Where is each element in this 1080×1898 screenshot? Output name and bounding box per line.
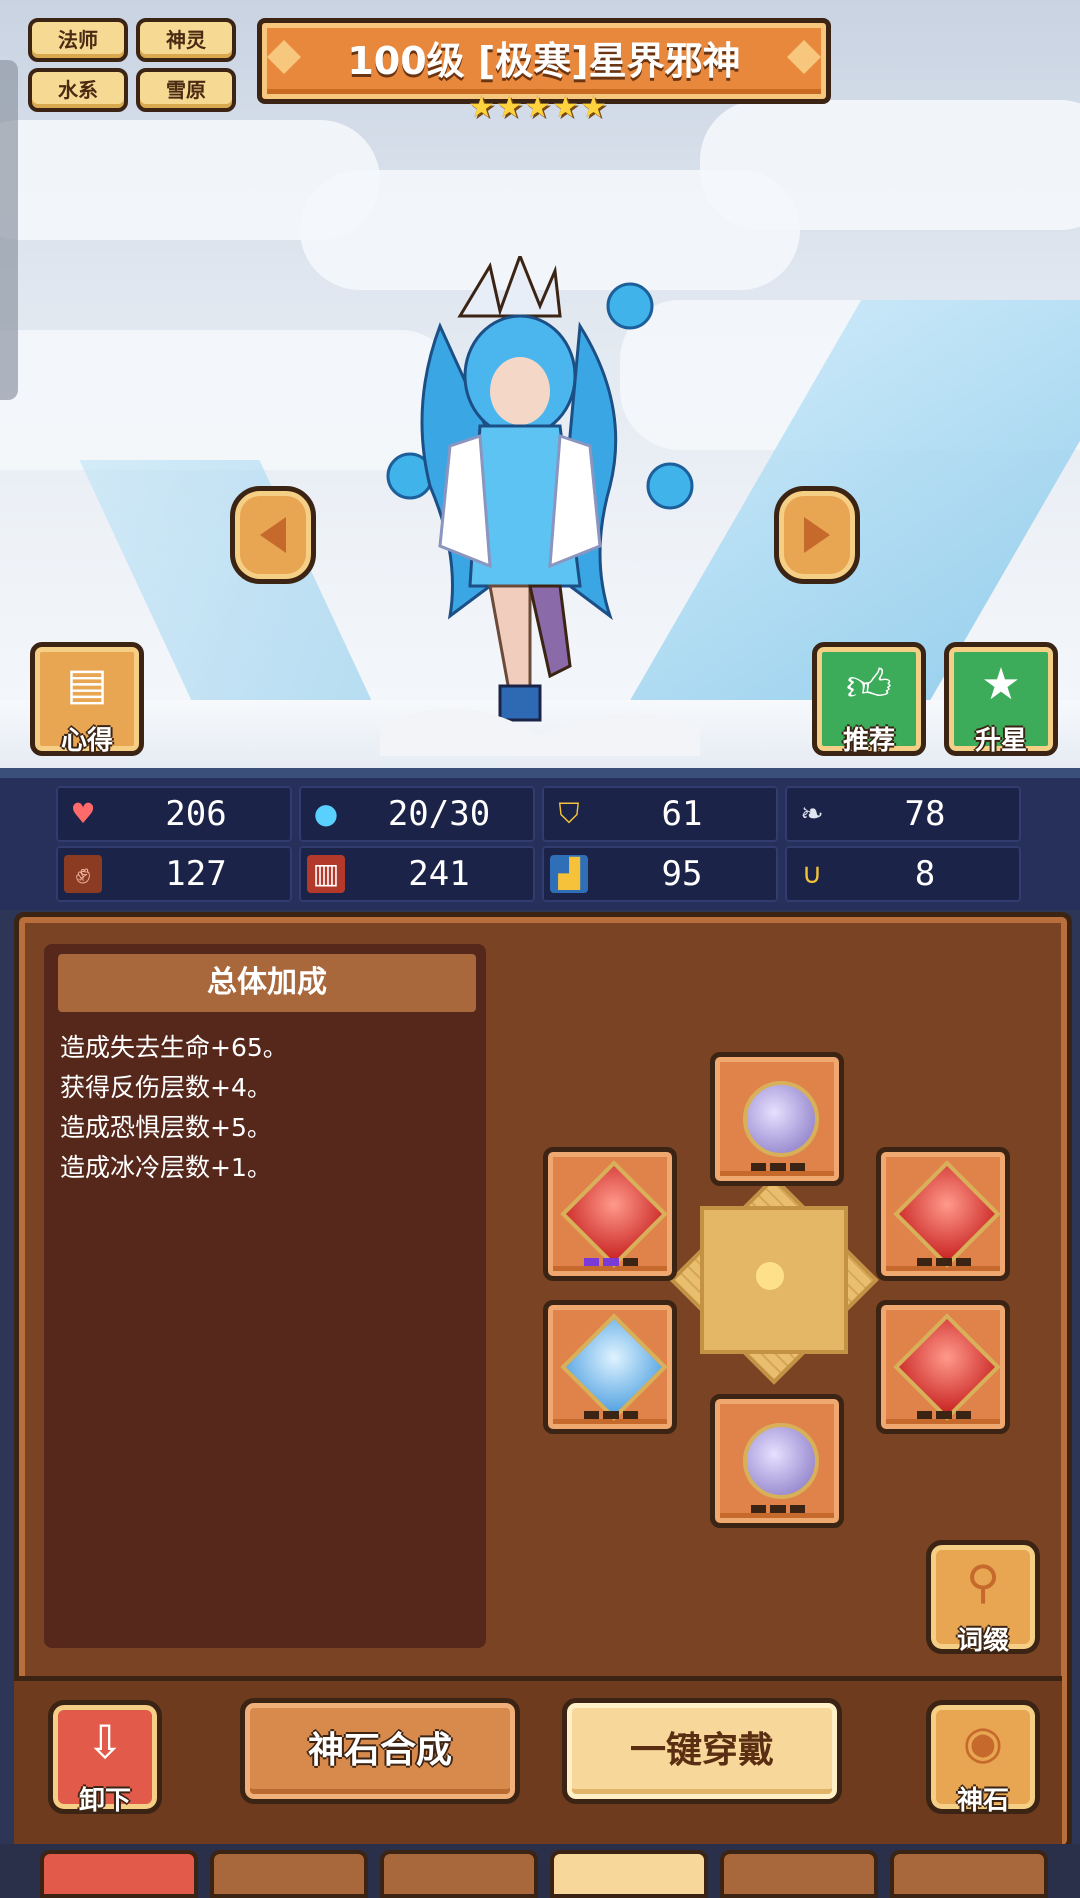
stat-attack: ✊︎ 127 [56,846,292,902]
tag-race: 神灵 [136,18,236,62]
tab-1[interactable] [40,1850,198,1898]
star-icon: ★ [468,90,495,125]
tab-4[interactable] [550,1850,708,1898]
star-badge-icon: ★ [981,659,1021,710]
stat-magic: ▥ 241 [299,846,535,902]
purple-gem-icon [743,1081,819,1157]
wing-icon: ❧ [800,797,824,830]
stat-health: ♥ 206 [56,786,292,842]
boot-icon: ▟ [550,855,588,893]
blue-gem-icon [560,1313,668,1421]
stat-speed: ▟ 95 [542,846,778,902]
action-bar [14,1676,1062,1845]
stat-value: 206 [165,794,227,834]
water-drop-icon: ● [313,797,339,830]
side-drawer-handle[interactable] [0,60,18,400]
godstone-label: 神石 [956,1786,1009,1816]
tab-5[interactable] [720,1850,878,1898]
bonus-line: 获得反伤层数+4。 [60,1073,272,1102]
gem-slot-top[interactable] [710,1052,844,1186]
unequip-button[interactable]: ⇩ 卸下 [48,1700,162,1816]
affix-button[interactable]: ⚲ 词缀 [926,1540,1040,1656]
chevron-right-icon [804,517,830,553]
tab-2[interactable] [210,1850,368,1898]
tab-3[interactable] [380,1850,538,1898]
recommend-button[interactable]: 👍︎ 推荐 [812,642,926,756]
stat-value: 8 [914,854,936,894]
stat-value: 95 [661,854,703,894]
heart-icon: ♥ [70,797,96,830]
stat-dodge: ❧ 78 [785,786,1021,842]
star-up-button[interactable]: ★ 升星 [944,642,1058,756]
equip-all-button[interactable]: 一键穿戴 [562,1698,842,1804]
stone-icon: ◉ [962,1715,1004,1769]
stat-value: 78 [904,794,946,834]
bonus-line: 造成冰冷层数+1。 [60,1153,272,1182]
arrow-down-icon: ⇩ [85,1715,125,1769]
bonus-line: 造成恐惧层数+5。 [60,1113,272,1142]
recommend-label: 推荐 [842,726,895,756]
book-icon: ▥ [307,855,345,893]
stat-mana: ● 20/30 [299,786,535,842]
star-icon: ★ [552,90,579,125]
shield-icon: ⛉ [558,797,580,830]
scroll-icon: ▤ [66,659,108,710]
gem-slot-lower-right[interactable] [876,1300,1010,1434]
socket-center-dot [756,1262,784,1290]
magnifier-icon: ⚲ [966,1555,1000,1609]
godstone-button[interactable]: ◉ 神石 [926,1700,1040,1816]
affix-label: 词缀 [956,1626,1009,1656]
gem-slot-upper-right[interactable] [876,1147,1010,1281]
stat-value: 241 [408,854,470,894]
star-up-label: 升星 [974,726,1027,756]
stat-luck: ∪ 8 [785,846,1021,902]
hero-title: 100级 [极寒]星界邪神 [347,39,741,83]
red-gem-icon [560,1160,668,1268]
bonus-header: 总体加成 [58,954,476,1012]
stat-value: 127 [165,854,227,894]
prev-hero-button[interactable] [230,486,316,584]
star-icon: ★ [580,90,607,125]
purple-gem-icon [743,1423,819,1499]
next-hero-button[interactable] [774,486,860,584]
red-gem-icon [893,1313,1001,1421]
thumbs-up-icon: 👍︎ [846,660,892,711]
fist-icon: ✊︎ [64,855,102,893]
notes-label: 心得 [60,726,113,756]
tag-element: 水系 [28,68,128,112]
star-icon: ★ [524,90,551,125]
synthesize-button[interactable]: 神石合成 [240,1698,520,1804]
gem-slot-bottom[interactable] [710,1394,844,1528]
star-icon: ★ [496,90,523,125]
stat-defense: ⛉ 61 [542,786,778,842]
hero-character [380,256,700,756]
star-rating: ★ ★ ★ ★ ★ [468,90,612,125]
bonus-line: 造成失去生命+65。 [60,1033,288,1062]
chevron-left-icon [260,517,286,553]
tab-6[interactable] [890,1850,1048,1898]
red-gem-icon [893,1160,1001,1268]
stat-value: 20/30 [387,794,491,834]
horseshoe-icon: ∪ [801,857,823,890]
tag-region: 雪原 [136,68,236,112]
notes-button[interactable]: ▤ 心得 [30,642,144,756]
tag-class: 法师 [28,18,128,62]
gem-slot-lower-left[interactable] [543,1300,677,1434]
gem-slot-upper-left[interactable] [543,1147,677,1281]
unequip-label: 卸下 [78,1786,131,1816]
ice-crown [457,256,562,318]
stat-value: 61 [661,794,703,834]
